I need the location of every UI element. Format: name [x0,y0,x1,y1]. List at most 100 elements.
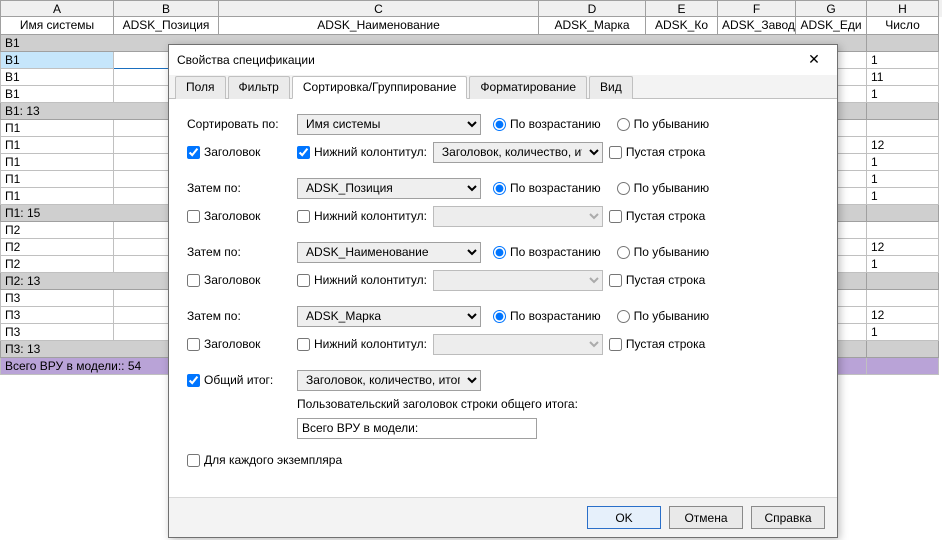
sort3-asc-radio[interactable] [493,246,506,259]
sort1-footer-mode-select[interactable]: Заголовок, количество, ит [433,142,603,163]
sort1-blank-checkbox[interactable] [609,146,622,159]
field-header[interactable]: ADSK_Марка [539,17,646,35]
then-by-label: Затем по: [187,309,297,323]
sort1-desc-radio[interactable] [617,118,630,131]
sort3-desc-radio[interactable] [617,246,630,259]
ok-button[interactable]: OK [587,506,661,529]
then-by-label: Затем по: [187,181,297,195]
sort4-blank-checkbox[interactable] [609,338,622,351]
sort-by-field-select[interactable]: Имя системы [297,114,481,135]
cell[interactable]: 11 [867,69,939,86]
cell[interactable]: П1 [0,137,114,154]
col-letter[interactable]: D [539,0,646,17]
cell[interactable]: 12 [867,137,939,154]
sort1-asc-radio[interactable] [493,118,506,131]
column-letter-row: A B C D E F G H [0,0,942,17]
count-cell [867,205,939,222]
tab-appearance[interactable]: Вид [589,76,633,99]
cell[interactable]: П1 [0,188,114,205]
sort4-asc-radio[interactable] [493,310,506,323]
cell[interactable]: 1 [867,171,939,188]
dialog-footer: OK Отмена Справка [169,497,837,537]
sort2-header-checkbox[interactable] [187,210,200,223]
count-cell [867,341,939,358]
field-header[interactable]: Число [867,17,939,35]
col-letter[interactable]: E [646,0,718,17]
sort3-header-checkbox[interactable] [187,274,200,287]
grand-total-custom-text-input[interactable] [297,418,537,439]
cell[interactable]: П1 [0,120,114,137]
help-button[interactable]: Справка [751,506,825,529]
col-letter[interactable]: A [0,0,114,17]
then-by-label: Затем по: [187,245,297,259]
cell[interactable]: В1 [0,86,114,103]
field-header[interactable]: ADSK_Завод [718,17,796,35]
tab-formatting[interactable]: Форматирование [469,76,587,99]
cell[interactable] [867,222,939,239]
schedule-properties-dialog: Свойства спецификации ✕ Поля Фильтр Сорт… [168,44,838,538]
sort4-field-select[interactable]: ADSK_Марка [297,306,481,327]
cell[interactable]: П3 [0,307,114,324]
sort4-desc-radio[interactable] [617,310,630,323]
field-header[interactable]: Имя системы [0,17,114,35]
cell[interactable] [867,290,939,307]
sort2-asc-radio[interactable] [493,182,506,195]
cell[interactable]: 1 [867,256,939,273]
grand-total-mode-select[interactable]: Заголовок, количество, итого [297,370,481,391]
sort2-footer-checkbox[interactable] [297,210,310,223]
cell[interactable]: В1 [0,69,114,86]
cell[interactable]: 12 [867,307,939,324]
grand-total-checkbox[interactable] [187,374,200,387]
field-header[interactable]: ADSK_Еди [796,17,867,35]
sort4-footer-mode-select[interactable] [433,334,603,355]
dialog-title: Свойства спецификации [177,53,799,67]
cell[interactable]: П2 [0,239,114,256]
cell[interactable]: 1 [867,188,939,205]
close-icon: ✕ [808,51,820,67]
cell[interactable] [867,120,939,137]
sort2-desc-radio[interactable] [617,182,630,195]
sort2-blank-checkbox[interactable] [609,210,622,223]
field-header[interactable]: ADSK_Позиция [114,17,219,35]
field-header[interactable]: ADSK_Ко [646,17,718,35]
field-header[interactable]: ADSK_Наименование [219,17,539,35]
col-letter[interactable]: B [114,0,219,17]
col-letter[interactable]: F [718,0,796,17]
cell[interactable]: 1 [867,86,939,103]
sort3-footer-checkbox[interactable] [297,274,310,287]
cell[interactable]: 1 [867,52,939,69]
sort4-header-checkbox[interactable] [187,338,200,351]
tab-filter[interactable]: Фильтр [228,76,290,99]
sort3-blank-checkbox[interactable] [609,274,622,287]
count-cell [867,35,939,52]
cell[interactable]: 1 [867,324,939,341]
titlebar[interactable]: Свойства спецификации ✕ [169,45,837,75]
sort4-footer-checkbox[interactable] [297,338,310,351]
tab-fields[interactable]: Поля [175,76,226,99]
sort1-footer-checkbox[interactable] [297,146,310,159]
cell[interactable]: П2 [0,222,114,239]
cell[interactable]: П2 [0,256,114,273]
sort2-footer-mode-select[interactable] [433,206,603,227]
cell[interactable]: П1 [0,154,114,171]
close-button[interactable]: ✕ [799,48,829,72]
col-letter[interactable]: C [219,0,539,17]
sort2-field-select[interactable]: ADSK_Позиция [297,178,481,199]
cell[interactable]: П1 [0,171,114,188]
cell[interactable]: В1 [0,52,114,69]
cancel-button[interactable]: Отмена [669,506,743,529]
cell[interactable]: 1 [867,154,939,171]
field-header-row: Имя системы ADSK_Позиция ADSK_Наименован… [0,17,942,35]
cell[interactable]: П3 [0,290,114,307]
tab-sorting-grouping[interactable]: Сортировка/Группирование [292,76,468,99]
sort1-header-checkbox[interactable] [187,146,200,159]
sort3-footer-mode-select[interactable] [433,270,603,291]
col-letter[interactable]: H [867,0,939,17]
sort-by-label: Сортировать по: [187,117,297,131]
col-letter[interactable]: G [796,0,867,17]
sort3-field-select[interactable]: ADSK_Наименование [297,242,481,263]
cell[interactable]: 12 [867,239,939,256]
per-instance-checkbox[interactable] [187,454,200,467]
count-cell [867,273,939,290]
cell[interactable]: П3 [0,324,114,341]
